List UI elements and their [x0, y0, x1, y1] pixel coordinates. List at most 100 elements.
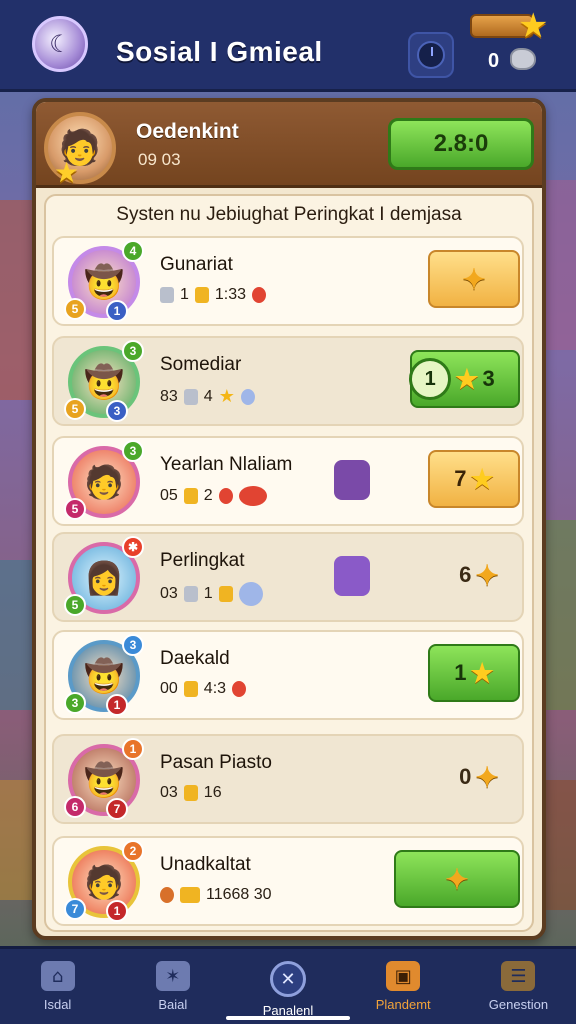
- stat-value: 00: [160, 680, 178, 697]
- ruby-icon: [232, 681, 247, 697]
- stat-value: 83: [160, 387, 178, 405]
- ruby-icon: [218, 488, 233, 504]
- list-item[interactable]: 🤠 1 6 7 Pasan Piasto 03 16 0 ✦: [52, 734, 524, 824]
- ruby-icon: [252, 287, 267, 303]
- gold-gem-icon: [183, 785, 198, 801]
- level-badge: 1: [106, 300, 128, 322]
- player-stats: 03 1: [160, 582, 263, 606]
- clock-button[interactable]: [408, 32, 454, 78]
- player-name: Yearlan Nlaliam: [160, 454, 293, 475]
- crystal-icon: [240, 388, 255, 405]
- player-sub-stat: 09 03: [138, 150, 181, 169]
- action-value: 6: [459, 562, 472, 587]
- player-stats: 03 16: [160, 784, 222, 802]
- nav-item-friends[interactable]: ✶ Baial: [115, 949, 230, 1024]
- gold-gem-icon: [194, 287, 209, 303]
- action-button[interactable]: 1 ★ 3: [409, 350, 520, 408]
- player-stats: 1 1:33: [160, 286, 267, 304]
- list-item[interactable]: 👩 ✱ 5 Perlingkat 03 1 6 ✦: [52, 532, 524, 622]
- player-name: Oedenkint: [136, 120, 239, 143]
- silver-gem-icon: [160, 287, 174, 303]
- list-item[interactable]: 🤠 4 5 1 Gunariat 1 1:33 ✦: [52, 236, 524, 326]
- level-badge: 5: [64, 498, 86, 520]
- list-item[interactable]: 🧑 3 5 Yearlan Nlaliam 05 2 7 ★: [52, 436, 524, 526]
- star-icon: ★: [470, 657, 494, 688]
- nav-label: Genestion: [488, 997, 549, 1012]
- currency-value: 0: [488, 50, 500, 72]
- score-button[interactable]: 2.8:0: [388, 118, 534, 170]
- action-button[interactable]: 7 ★: [428, 450, 520, 508]
- list-item[interactable]: 🧑 2 7 1 Unadkaltat 11668 30 ✦: [52, 836, 524, 926]
- bottom-nav: ⌂ Isdal ✶ Baial ✕ Panalenl ▣ Plandemt ☰ …: [0, 946, 576, 1024]
- player-stats: 00 4:3: [160, 680, 247, 698]
- star-icon: ★: [218, 386, 235, 406]
- level-badge: 5: [64, 298, 86, 320]
- stat-value: 4:3: [203, 680, 227, 697]
- level-badge: 3: [122, 634, 144, 656]
- action-button[interactable]: 0 ✦: [438, 748, 520, 806]
- wand-icon: ✦: [462, 263, 486, 295]
- player-name: Perlingkat: [160, 550, 245, 571]
- level-badge: 5: [64, 398, 86, 420]
- top-bar: ☾ Sosial I Gmieal ★ 0: [0, 0, 576, 92]
- stat-value: 05: [160, 487, 178, 504]
- action-button[interactable]: ✦: [428, 250, 520, 308]
- stat-value: 11668 30: [206, 886, 272, 903]
- nav-label: Plandemt: [375, 997, 431, 1012]
- star-icon: ★: [518, 6, 549, 46]
- player-name: Gunariat: [160, 254, 233, 275]
- player-name: Daekald: [160, 648, 230, 669]
- stat-value: 03: [160, 585, 178, 602]
- action-button[interactable]: ✦: [394, 850, 520, 908]
- stat-value: 1:33: [214, 286, 247, 303]
- star-icon: ★: [54, 156, 80, 189]
- level-badge: 2: [122, 840, 144, 862]
- gold-gem-icon: [183, 681, 198, 697]
- nav-item-leaderboard[interactable]: ✕ Panalenl: [230, 949, 345, 1024]
- action-button[interactable]: 1 ★: [428, 644, 520, 702]
- coin-stack-icon: [180, 887, 200, 903]
- moon-logo-icon[interactable]: ☾: [32, 16, 88, 72]
- player-stats: 83 4 ★: [160, 386, 255, 407]
- nav-item-settings[interactable]: ☰ Genestion: [461, 949, 576, 1024]
- stat-value: 1: [180, 286, 189, 303]
- player-name: Unadkaltat: [160, 854, 251, 875]
- star-icon: ★: [470, 463, 494, 494]
- silver-gem-icon: [183, 586, 198, 602]
- app-title: Sosial I Gmieal: [116, 36, 323, 67]
- house-icon: ⌂: [40, 961, 75, 991]
- wand-icon: ✦: [445, 863, 469, 895]
- list-item[interactable]: 🤠 3 3 1 Daekald 00 4:3 1 ★: [52, 630, 524, 720]
- nav-item-shop[interactable]: ▣ Plandemt: [346, 949, 461, 1024]
- heart-icon: [238, 486, 267, 506]
- ore-icon: [160, 887, 174, 903]
- active-tab-indicator: [226, 1016, 350, 1020]
- stone-currency-icon: [510, 48, 536, 70]
- level-badge: 3: [64, 692, 86, 714]
- list-title: Systen nu Jebiughat Peringkat I demjasa: [116, 204, 462, 225]
- list-item[interactable]: 🤠 3 5 3 Somediar 83 4 ★ 1 ★ 3: [52, 336, 524, 426]
- player-name: Somediar: [160, 354, 242, 375]
- player-stats: 05 2: [160, 486, 267, 506]
- level-badge: 4: [122, 240, 144, 262]
- action-value: 7: [454, 466, 467, 491]
- level-badge: 1: [122, 738, 144, 760]
- amber-icon: [218, 586, 233, 602]
- level-badge: 3: [106, 400, 128, 422]
- action-button[interactable]: 6 ✦: [438, 546, 520, 604]
- wand-icon: ✦: [475, 559, 499, 591]
- level-badge: 7: [64, 898, 86, 920]
- nav-label: Isdal: [43, 997, 72, 1012]
- profile-header: 🧑 ★ Oedenkint 09 03 2.8:0: [36, 102, 542, 189]
- nav-item-home[interactable]: ⌂ Isdal: [0, 949, 115, 1024]
- level-badge: 6: [64, 796, 86, 818]
- stat-value: 2: [203, 487, 213, 504]
- nav-label: Baial: [158, 997, 188, 1012]
- silver-gem-icon: [183, 388, 198, 405]
- clock-icon: [417, 41, 445, 69]
- leaderboard-list: Systen nu Jebiughat Peringkat I demjasa …: [44, 194, 534, 932]
- star-icon: ★: [455, 363, 479, 394]
- player-stats: 11668 30: [160, 886, 272, 904]
- bonus-badge: ✱: [122, 536, 144, 558]
- compass-icon: ✕: [270, 961, 306, 997]
